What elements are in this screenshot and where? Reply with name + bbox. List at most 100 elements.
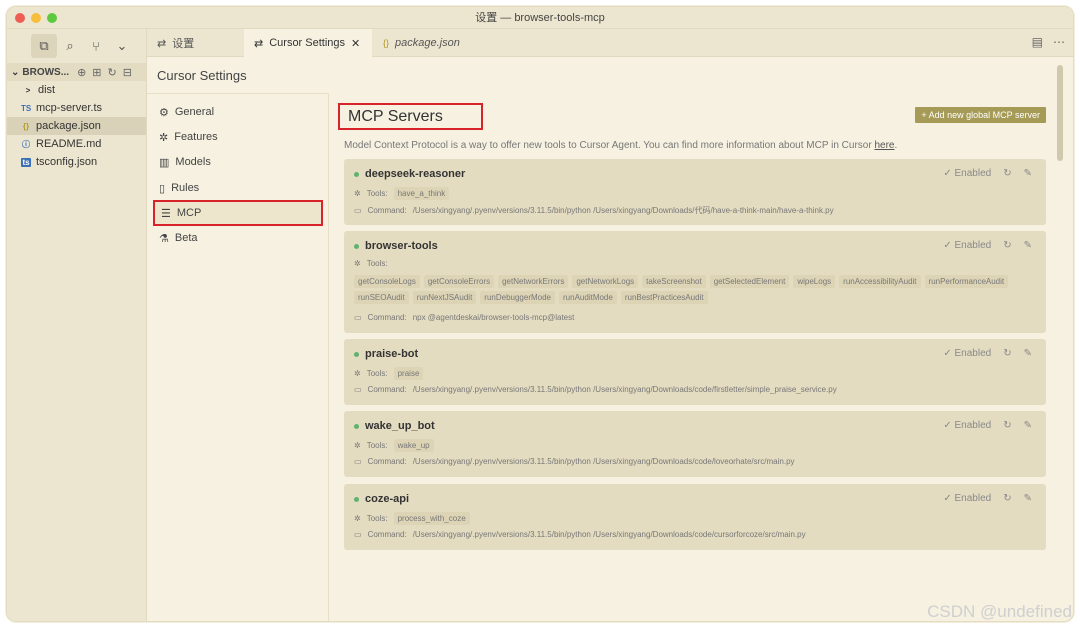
command-row: ▭ Command: npx @agentdeskai/browser-tool… [354, 313, 574, 322]
explorer-icon[interactable]: ⧉ [31, 34, 57, 58]
features-icon: ✲ [159, 131, 169, 144]
nav-label: Beta [174, 232, 198, 244]
maximize-window-button[interactable] [47, 13, 57, 23]
nav-item-general[interactable]: ⚙ General [153, 101, 317, 123]
edit-icon[interactable]: ✎ [1024, 168, 1032, 179]
tab-bar: ⇄ 设置 ⇄ Cursor Settings ✕ {} package.json… [147, 29, 1073, 57]
tree-item-dist[interactable]: > dist [7, 81, 146, 99]
enabled-label: Enabled [954, 493, 992, 504]
window-controls [15, 13, 57, 23]
enabled-toggle[interactable]: ✓ Enabled [943, 420, 991, 431]
tool-chip: runPerformanceAudit [924, 275, 1009, 288]
command-text: /Users/xingyang/.pyenv/versions/3.11.5/b… [412, 206, 834, 215]
chevron-right-icon: > [25, 85, 31, 95]
close-icon[interactable]: ✕ [351, 37, 360, 50]
tab-settings-cn[interactable]: ⇄ 设置 [147, 29, 243, 57]
enabled-toggle[interactable]: ✓ Enabled [943, 348, 991, 359]
command-text: /Users/xingyang/.pyenv/versions/3.11.5/b… [412, 385, 837, 394]
bar-chart-icon: ▥ [159, 156, 170, 169]
status-dot-icon [354, 351, 359, 357]
tools-icon: ✲ [354, 259, 361, 268]
tool-chip: have_a_think [393, 187, 450, 200]
refresh-icon[interactable]: ↻ [1003, 493, 1011, 504]
edit-icon[interactable]: ✎ [1024, 240, 1032, 251]
activity-bar: ⧉ ⌕ ⑂ ⌄ [7, 29, 146, 63]
server-card-wake-up-bot: wake_up_bot ✓ Enabled ↻ ✎ ✲ Tools: wake_… [344, 411, 1046, 477]
server-actions: ✓ Enabled ↻ ✎ [943, 493, 1032, 504]
server-name: wake_up_bot [354, 420, 435, 432]
command-label: Command: [367, 385, 407, 394]
tab-cursor-settings[interactable]: ⇄ Cursor Settings ✕ [244, 29, 372, 57]
nav-item-rules[interactable]: ▯ Rules [153, 177, 317, 199]
nav-label: Rules [171, 182, 200, 194]
tab-package-json[interactable]: {} package.json [373, 29, 483, 57]
tools-icon: ✲ [354, 441, 361, 450]
edit-icon[interactable]: ✎ [1024, 348, 1032, 359]
search-icon[interactable]: ⌕ [57, 34, 83, 58]
server-name-text: wake_up_bot [365, 420, 435, 432]
add-global-mcp-server-button[interactable]: + Add new global MCP server [915, 107, 1046, 123]
source-control-icon[interactable]: ⑂ [83, 34, 109, 58]
enabled-toggle[interactable]: ✓ Enabled [943, 493, 991, 504]
tree-item-package-json[interactable]: {} package.json [7, 117, 146, 135]
chevron-down-icon[interactable]: ⌄ [109, 34, 135, 58]
explorer-header[interactable]: ⌄ BROWS... ⊕ ⊞ ↻ ⊟ [7, 63, 146, 81]
tools-row: ✲ Tools: wake_up [354, 439, 434, 452]
status-dot-icon [354, 423, 359, 429]
minimize-window-button[interactable] [31, 13, 41, 23]
nav-item-mcp[interactable]: ☰ MCP [153, 200, 323, 226]
server-name-text: deepseek-reasoner [365, 168, 466, 180]
status-dot-icon [354, 171, 359, 177]
tools-icon: ✲ [354, 189, 361, 198]
refresh-icon[interactable]: ↻ [1003, 420, 1011, 431]
server-card-deepseek-reasoner: deepseek-reasoner ✓ Enabled ↻ ✎ ✲ Tools:… [344, 159, 1046, 225]
more-icon[interactable]: ⋯ [1053, 35, 1065, 49]
close-window-button[interactable] [15, 13, 25, 23]
mcp-title: MCP Servers [338, 103, 483, 130]
json-file-icon: {} [22, 121, 30, 131]
nav-item-beta[interactable]: ⚗ Beta [153, 227, 317, 249]
tool-chip: getNetworkErrors [498, 275, 569, 288]
scrollbar[interactable] [1057, 65, 1063, 161]
tsconfig-file-icon: ts [21, 157, 31, 167]
tools-row: ✲ Tools: have_a_think [354, 187, 450, 200]
nav-item-models[interactable]: ▥ Models [153, 151, 317, 173]
refresh-icon[interactable]: ↻ [1003, 168, 1011, 179]
server-card-praise-bot: praise-bot ✓ Enabled ↻ ✎ ✲ Tools: praise… [344, 339, 1046, 405]
status-dot-icon [354, 243, 359, 249]
collapse-icon[interactable]: ⊟ [123, 66, 132, 79]
server-name-text: coze-api [365, 493, 410, 505]
tool-chip: getSelectedElement [709, 275, 790, 288]
new-file-icon[interactable]: ⊕ [77, 66, 86, 79]
command-row: ▭ Command: /Users/xingyang/.pyenv/versio… [354, 205, 834, 216]
tree-item-readme[interactable]: ⓘ README.md [7, 135, 146, 153]
explorer-root-label: BROWS... [22, 66, 70, 78]
server-icon: ☰ [161, 207, 171, 220]
new-folder-icon[interactable]: ⊞ [92, 66, 101, 79]
enabled-toggle[interactable]: ✓ Enabled [943, 168, 991, 179]
nav-item-features[interactable]: ✲ Features [153, 126, 317, 148]
app-window: 设置 — browser-tools-mcp ⧉ ⌕ ⑂ ⌄ ⌄ BROWS..… [6, 6, 1074, 622]
refresh-icon[interactable]: ↻ [1003, 240, 1011, 251]
tree-item-tsconfig[interactable]: ts tsconfig.json [7, 153, 146, 171]
server-name: deepseek-reasoner [354, 168, 465, 180]
nav-label: MCP [176, 207, 202, 219]
tree-item-label: dist [38, 84, 56, 96]
enabled-toggle[interactable]: ✓ Enabled [943, 240, 991, 251]
document-icon: ▯ [159, 182, 166, 195]
tool-chip-list: getConsoleLogs getConsoleErrors getNetwo… [354, 275, 1024, 304]
tool-chip: runBestPracticesAudit [620, 291, 708, 304]
server-name: browser-tools [354, 240, 438, 252]
edit-icon[interactable]: ✎ [1024, 493, 1032, 504]
tree-item-mcp-server[interactable]: TS mcp-server.ts [7, 99, 146, 117]
json-file-icon: {} [383, 38, 390, 48]
tab-label: package.json [395, 37, 460, 49]
here-link[interactable]: here [874, 140, 894, 151]
split-editor-icon[interactable]: ▤ [1032, 35, 1043, 49]
edit-icon[interactable]: ✎ [1024, 420, 1032, 431]
refresh-icon[interactable]: ↻ [108, 66, 117, 79]
server-actions: ✓ Enabled ↻ ✎ [943, 168, 1032, 179]
tools-row: ✲ Tools: praise [354, 367, 424, 380]
watermark: CSDN @undefined [927, 602, 1072, 621]
refresh-icon[interactable]: ↻ [1003, 348, 1011, 359]
